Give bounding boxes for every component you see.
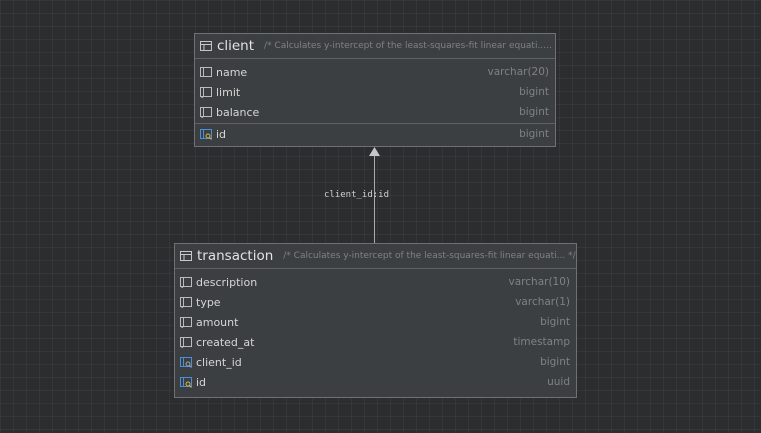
column-row[interactable]: balance bigint <box>195 102 555 122</box>
column-name: name <box>216 65 248 79</box>
column-row[interactable]: client_id bigint <box>175 352 576 372</box>
primary-key-icon <box>180 377 192 388</box>
nullable-column-icon <box>180 277 192 288</box>
column-name: balance <box>216 105 260 119</box>
column-name: amount <box>196 315 239 329</box>
column-type: bigint <box>540 316 570 328</box>
column-row[interactable]: id uuid <box>175 372 576 392</box>
table-comment: /* Calculates y-intercept of the least-s… <box>264 41 555 51</box>
table-client[interactable]: client /* Calculates y-intercept of the … <box>194 33 556 147</box>
column-row[interactable]: amount bigint <box>175 312 576 332</box>
column-row[interactable]: id bigint <box>195 124 555 144</box>
column-type: varchar(1) <box>515 296 570 308</box>
table-icon <box>200 41 212 51</box>
column-name: limit <box>216 85 241 99</box>
column-icon <box>200 67 212 77</box>
column-type: bigint <box>519 128 549 140</box>
column-name: created_at <box>196 335 255 349</box>
column-type: bigint <box>519 86 549 98</box>
table-header[interactable]: transaction /* Calculates y-intercept of… <box>175 244 576 269</box>
column-type: varchar(20) <box>487 66 549 78</box>
column-type: bigint <box>540 356 570 368</box>
column-name: client_id <box>196 355 242 369</box>
column-name: id <box>196 375 207 389</box>
table-transaction[interactable]: transaction /* Calculates y-intercept of… <box>174 243 577 398</box>
column-type: uuid <box>547 376 570 388</box>
relation-arrowhead-icon <box>369 147 380 156</box>
column-name: description <box>196 275 258 289</box>
nullable-column-icon <box>180 337 192 348</box>
table-icon <box>180 251 192 261</box>
column-row[interactable]: type varchar(1) <box>175 292 576 312</box>
column-row[interactable]: description varchar(10) <box>175 272 576 292</box>
column-type: timestamp <box>513 336 570 348</box>
column-row[interactable]: limit bigint <box>195 82 555 102</box>
column-type: varchar(10) <box>508 276 570 288</box>
nullable-column-icon <box>180 297 192 308</box>
column-type: bigint <box>519 106 549 118</box>
column-row[interactable]: created_at timestamp <box>175 332 576 352</box>
table-comment: /* Calculates y-intercept of the least-s… <box>283 251 576 261</box>
table-name: client <box>216 38 255 54</box>
relation-label: client_id:id <box>324 190 390 200</box>
foreign-key-icon <box>180 357 192 368</box>
column-name: type <box>196 295 221 309</box>
nullable-column-icon <box>200 107 212 118</box>
table-header[interactable]: client /* Calculates y-intercept of the … <box>195 34 555 59</box>
column-row[interactable]: name varchar(20) <box>195 62 555 82</box>
nullable-column-icon <box>200 87 212 98</box>
nullable-column-icon <box>180 317 192 328</box>
column-name: id <box>216 127 227 141</box>
table-name: transaction <box>197 248 274 264</box>
primary-key-icon <box>200 129 212 140</box>
